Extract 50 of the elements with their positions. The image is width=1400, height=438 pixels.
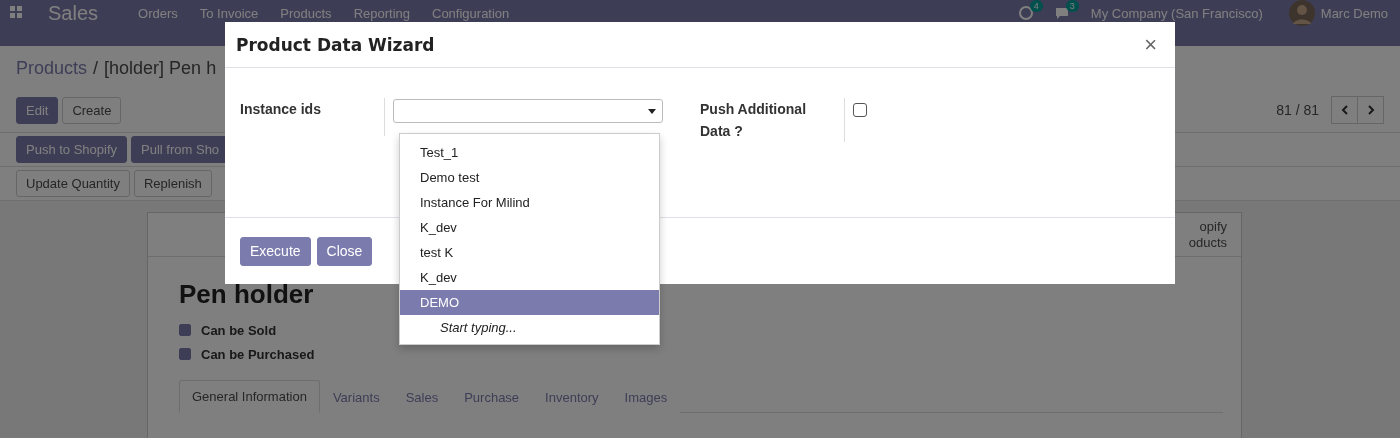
product-name: Pen holder xyxy=(179,279,314,310)
avatar-icon[interactable] xyxy=(1288,0,1315,26)
checkbox-label: Can be Purchased xyxy=(201,346,315,362)
header-button[interactable]: Replenish xyxy=(133,170,212,197)
dropdown-option[interactable]: test K xyxy=(400,240,659,265)
menu-item[interactable]: Orders xyxy=(138,6,178,21)
company-name[interactable]: My Company (San Francisco) xyxy=(1090,6,1263,21)
checkbox[interactable] xyxy=(179,348,191,360)
breadcrumb-link[interactable]: Products xyxy=(16,57,88,79)
chat-icon[interactable] xyxy=(1054,6,1069,20)
dropdown-option[interactable]: Demo test xyxy=(400,165,659,190)
previous-button[interactable] xyxy=(1331,96,1358,124)
user-name[interactable]: Marc Demo xyxy=(1320,6,1388,21)
menu-item[interactable]: To Invoice xyxy=(199,6,259,21)
tab[interactable]: General Information xyxy=(179,380,320,413)
header-button[interactable]: Push to Shopify xyxy=(16,136,128,163)
clock-icon[interactable] xyxy=(1018,6,1033,20)
apps-icon[interactable] xyxy=(10,6,22,18)
chevron-right-icon xyxy=(1366,105,1375,115)
dialog-button[interactable]: Close xyxy=(316,236,373,266)
dropdown-hint: Start typing... xyxy=(439,319,518,337)
menu-item[interactable]: Products xyxy=(280,6,332,21)
header-button[interactable]: Update Quantity xyxy=(16,170,130,197)
dropdown-option[interactable]: K_dev xyxy=(400,265,659,290)
breadcrumb-separator: / xyxy=(93,57,99,79)
caret-icon xyxy=(648,108,656,114)
dropdown-option[interactable]: K_dev xyxy=(400,215,659,240)
select-field[interactable] xyxy=(393,99,663,123)
close-button[interactable]: × xyxy=(1138,31,1163,58)
dropdown-option[interactable]: Instance For Milind xyxy=(400,190,659,215)
menu-item[interactable]: Reporting xyxy=(353,6,410,21)
breadcrumb-current: [holder] Pen h xyxy=(104,57,217,79)
action-button[interactable]: Create xyxy=(62,96,122,124)
pager-text: 81 / 81 xyxy=(1276,102,1319,118)
field-label: Instance ids xyxy=(240,98,385,136)
field-label: Push Additional Data ? xyxy=(700,98,845,142)
checkbox[interactable] xyxy=(853,103,867,117)
message-count: 3 xyxy=(1065,0,1079,12)
activity-count: 4 xyxy=(1029,0,1043,12)
action-button[interactable]: Edit xyxy=(16,96,59,124)
dropdown-option[interactable]: Test_1 xyxy=(400,140,659,165)
dropdown-option[interactable]: DEMO xyxy=(400,290,659,315)
menu-item[interactable]: Configuration xyxy=(432,6,510,21)
dialog-button[interactable]: Execute xyxy=(240,236,311,266)
chevron-left-icon xyxy=(1340,105,1349,115)
checkbox-label: Can be Sold xyxy=(201,322,277,338)
checkbox[interactable] xyxy=(179,324,191,336)
next-button[interactable] xyxy=(1357,96,1384,124)
dialog-title: Product Data Wizard xyxy=(236,34,435,55)
app-title: Sales xyxy=(48,2,99,25)
